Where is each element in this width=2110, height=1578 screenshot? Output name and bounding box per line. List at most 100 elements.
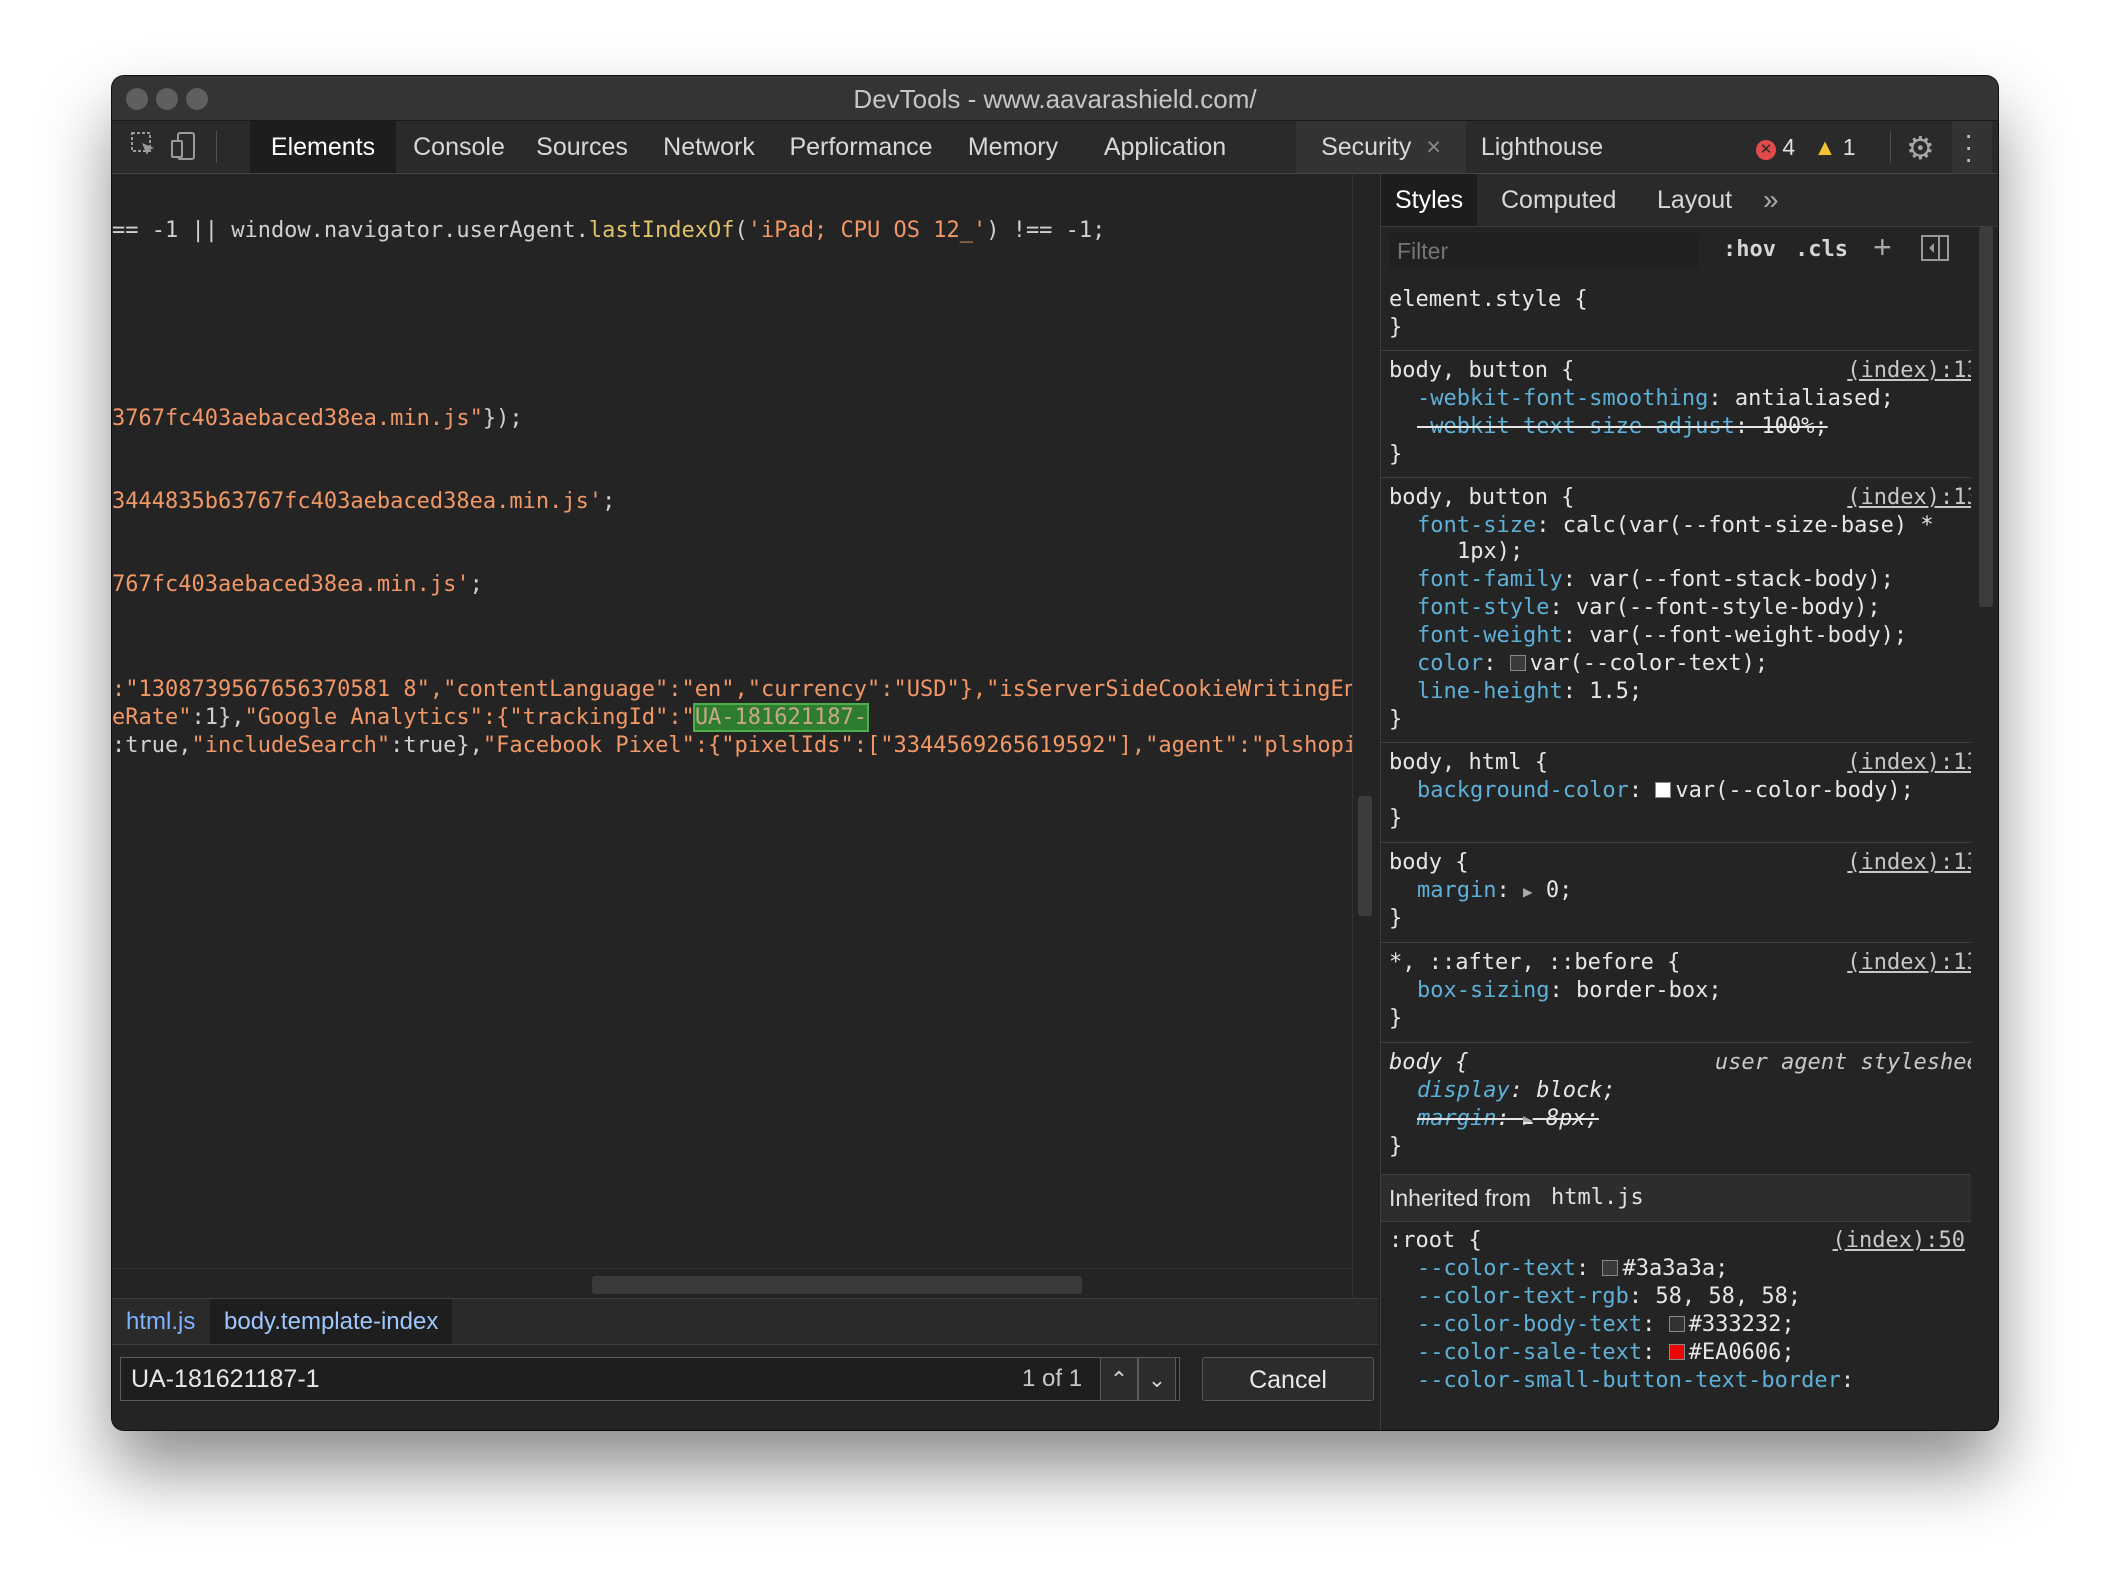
inherited-from-link[interactable]: html.js — [1551, 1185, 1644, 1210]
source-code-view[interactable]: == -1 || window.navigator.userAgent.last… — [112, 174, 1352, 1298]
styles-scroll-thumb[interactable] — [1979, 227, 1993, 607]
style-declaration[interactable]: box-sizing: border-box; — [1417, 978, 1722, 1003]
more-options-button[interactable]: · · · — [1952, 121, 1992, 173]
breadcrumb: html.js body.template-index — [112, 1298, 1378, 1345]
styles-pane: Styles Computed Layout » :hov .cls + ele… — [1380, 174, 1998, 1430]
tab-lighthouse[interactable]: Lighthouse — [1472, 121, 1612, 173]
expand-shorthand-icon[interactable]: ▶ — [1523, 882, 1533, 901]
style-declaration[interactable]: line-height: 1.5; — [1417, 679, 1642, 704]
styles-filter-input[interactable] — [1389, 233, 1699, 269]
tab-styles[interactable]: Styles — [1381, 174, 1478, 226]
rule-selector[interactable]: body, button { — [1389, 485, 1574, 510]
device-toolbar-icon[interactable] — [170, 131, 198, 168]
warning-count: 1 — [1842, 134, 1856, 160]
window-title: DevTools - www.aavarashield.com/ — [853, 84, 1257, 114]
tab-computed[interactable]: Computed — [1501, 174, 1616, 226]
horizontal-scroll-thumb[interactable] — [592, 1276, 1082, 1294]
tab-console[interactable]: Console — [404, 121, 514, 173]
vertical-scrollbar[interactable] — [1352, 174, 1379, 1298]
color-swatch[interactable] — [1668, 1316, 1685, 1332]
rule-selector[interactable]: body, button { — [1389, 358, 1574, 383]
next-match-button[interactable]: ⌄ — [1138, 1357, 1176, 1401]
close-tab-icon[interactable]: × — [1426, 133, 1441, 161]
style-declaration[interactable]: --color-text: #3a3a3a; — [1417, 1256, 1728, 1281]
breadcrumb-item-html[interactable]: html.js — [112, 1299, 209, 1345]
code-string: 'iPad; CPU OS 12_' — [747, 218, 987, 243]
rule-close-brace: } — [1389, 315, 1403, 340]
chevron-down-icon: ⌄ — [1147, 1367, 1167, 1392]
tab-network[interactable]: Network — [652, 121, 766, 173]
code-line: :true,"includeSearch":true},"Facebook Pi… — [112, 733, 1352, 758]
style-declaration[interactable]: margin: ▶ 0; — [1417, 878, 1572, 903]
color-swatch[interactable] — [1655, 782, 1672, 798]
style-declaration[interactable]: --color-small-button-text-border: — [1417, 1368, 1854, 1393]
color-swatch[interactable] — [1668, 1344, 1685, 1360]
code-string: "includeSearch" — [191, 733, 391, 758]
code-text: :true, — [112, 733, 192, 758]
class-toggle[interactable]: .cls — [1795, 237, 1848, 262]
code-text: == -1 || window.navigator.userAgent. — [112, 218, 589, 243]
rule-selector[interactable]: body { — [1389, 1050, 1468, 1075]
tab-layout[interactable]: Layout — [1657, 174, 1732, 226]
code-function: lastIndexOf — [588, 218, 735, 243]
tab-application[interactable]: Application — [1078, 121, 1252, 173]
code-text: ( — [734, 218, 748, 243]
style-declaration[interactable]: background-color: var(--color-body); — [1417, 778, 1914, 803]
tab-performance[interactable]: Performance — [776, 121, 946, 173]
search-bar: 1 of 1 ⌃ ⌄ Cancel — [112, 1344, 1378, 1430]
style-declaration[interactable]: display: block; — [1417, 1078, 1616, 1103]
style-declaration[interactable]: -webkit-font-smoothing: antialiased; — [1417, 386, 1894, 411]
issues-counter[interactable]: ✕ 4 ▲ 1 — [1756, 133, 1856, 161]
code-text: ; — [469, 572, 483, 597]
devtools-window: DevTools - www.aavarashield.com/ Element… — [112, 76, 1998, 1430]
style-declaration-overridden[interactable]: -webkit-text-size-adjust: 100%; — [1417, 414, 1828, 439]
hover-state-toggle[interactable]: :hov — [1723, 237, 1776, 262]
style-declaration-overridden[interactable]: margin: ▶ 8px; — [1417, 1106, 1599, 1131]
breadcrumb-item-body[interactable]: body.template-index — [210, 1299, 453, 1345]
styles-filter-bar: :hov .cls + — [1381, 227, 1971, 275]
rule-selector[interactable]: body, html { — [1389, 750, 1548, 775]
toggle-sidebar-icon[interactable] — [1921, 235, 1949, 267]
tab-security[interactable]: Security × — [1296, 121, 1466, 173]
previous-match-button[interactable]: ⌃ — [1100, 1357, 1138, 1401]
rule-source-link[interactable]: (index):50 — [1833, 1228, 1965, 1253]
inherited-label: Inherited from — [1389, 1185, 1531, 1211]
color-swatch[interactable] — [1509, 655, 1526, 671]
color-swatch[interactable] — [1602, 1260, 1619, 1276]
new-style-rule-button[interactable]: + — [1873, 229, 1892, 266]
rule-selector[interactable]: element.style { — [1389, 287, 1588, 312]
settings-gear-icon[interactable]: ⚙ — [1906, 129, 1935, 167]
title-bar: DevTools - www.aavarashield.com/ — [112, 76, 1998, 121]
search-match-highlight: UA-181621187- — [692, 703, 870, 732]
tab-memory[interactable]: Memory — [954, 121, 1072, 173]
rule-close-brace: } — [1389, 906, 1403, 931]
style-declaration[interactable]: --color-text-rgb: 58, 58, 58; — [1417, 1284, 1801, 1309]
rule-selector[interactable]: *, ::after, ::before { — [1389, 950, 1680, 975]
code-string: "Facebook Pixel":{"pixelIds":["334456926… — [482, 733, 1352, 758]
code-string: eRate" — [112, 705, 192, 730]
more-tabs-icon[interactable]: » — [1763, 174, 1779, 226]
search-input[interactable] — [120, 1357, 1180, 1401]
tab-elements[interactable]: Elements — [250, 121, 396, 173]
code-text: }); — [482, 406, 523, 431]
vertical-scroll-thumb[interactable] — [1358, 796, 1372, 916]
rule-selector[interactable]: :root { — [1389, 1228, 1482, 1253]
rule-selector[interactable]: body { — [1389, 850, 1468, 875]
style-declaration[interactable]: font-family: var(--font-stack-body); — [1417, 567, 1894, 592]
styles-vertical-scrollbar[interactable] — [1971, 227, 1998, 1430]
more-vertical-icon: · · · — [1964, 119, 1974, 174]
horizontal-scrollbar[interactable] — [112, 1268, 1352, 1298]
inspect-element-icon[interactable] — [130, 131, 158, 166]
style-declaration[interactable]: --color-body-text: #333232; — [1417, 1312, 1795, 1337]
style-declaration[interactable]: font-size: calc(var(--font-size-base) * — [1417, 513, 1934, 538]
cancel-button[interactable]: Cancel — [1202, 1357, 1374, 1401]
tab-security-label: Security — [1321, 133, 1412, 161]
rule-close-brace: } — [1389, 806, 1403, 831]
expand-shorthand-icon[interactable]: ▶ — [1523, 1110, 1533, 1129]
style-declaration[interactable]: font-style: var(--font-style-body); — [1417, 595, 1881, 620]
tab-sources[interactable]: Sources — [522, 121, 642, 173]
style-declaration[interactable]: font-weight: var(--font-weight-body); — [1417, 623, 1907, 648]
style-declaration[interactable]: --color-sale-text: #EA0606; — [1417, 1340, 1795, 1365]
style-declaration[interactable]: color: var(--color-text); — [1417, 651, 1768, 676]
rule-close-brace: } — [1389, 1134, 1403, 1159]
